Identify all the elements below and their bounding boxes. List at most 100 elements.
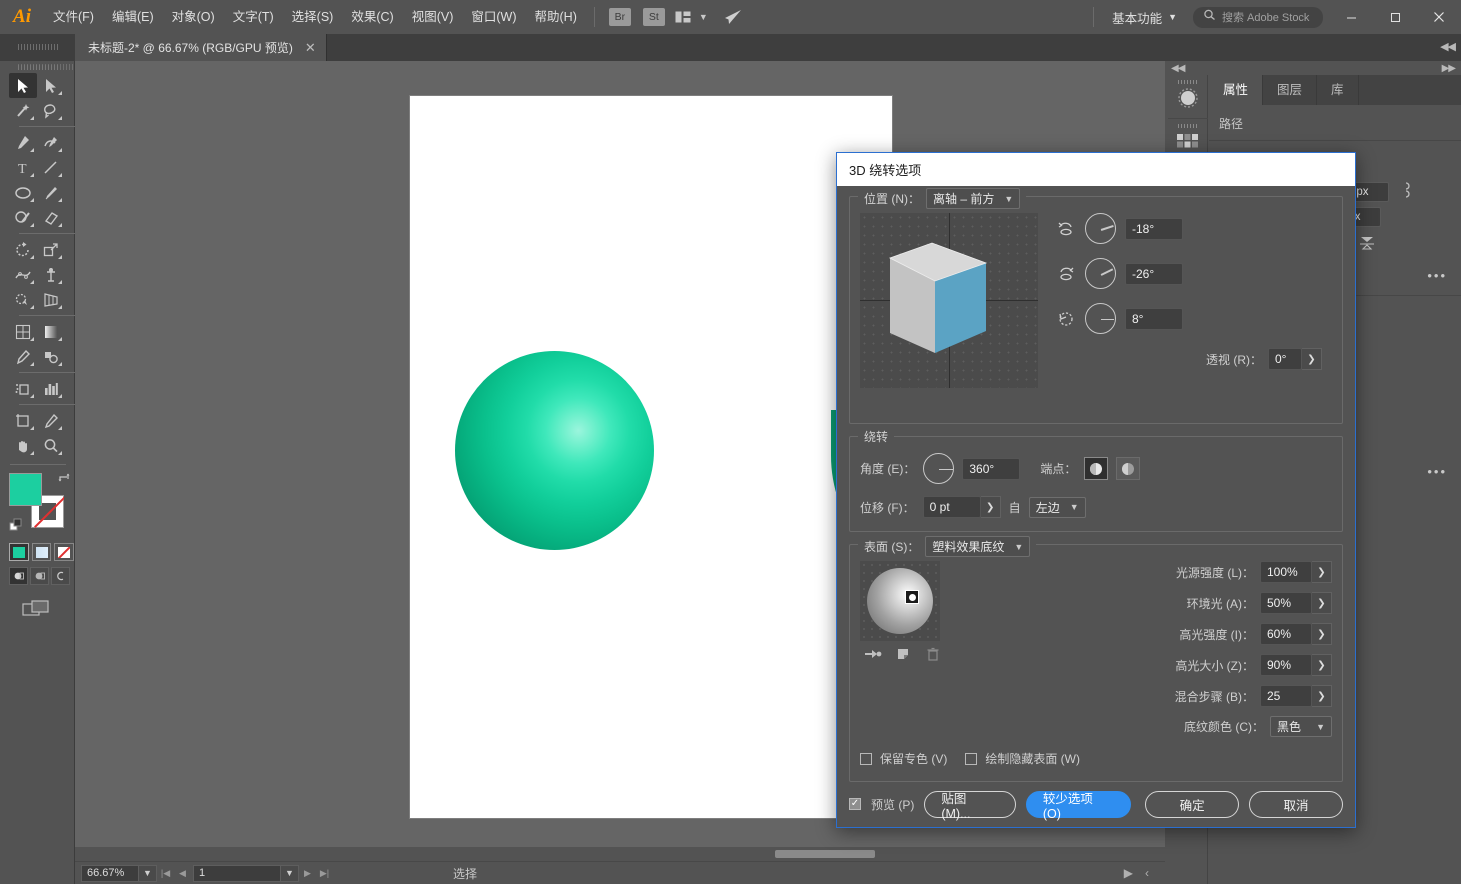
light-intensity-input[interactable]: 100%	[1260, 561, 1312, 583]
revolve-options-dialog[interactable]: 3D 绕转选项 位置 (N)： 离轴 – 前方 ▼ -18° -26° 8° 透…	[836, 152, 1356, 828]
symbol-sprayer-tool[interactable]	[9, 376, 37, 401]
highlight-intensity-input[interactable]: 60%	[1260, 623, 1312, 645]
artboard-tool[interactable]	[9, 408, 37, 433]
zoom-tool[interactable]	[37, 433, 65, 458]
revolve-angle-dial[interactable]	[923, 453, 955, 484]
artboard[interactable]	[410, 96, 1036, 818]
menu-select[interactable]: 选择(S)	[283, 0, 343, 34]
perspective-stepper[interactable]: ❯	[1302, 348, 1322, 370]
menu-window[interactable]: 窗口(W)	[462, 0, 525, 34]
blend-steps-input[interactable]: 25	[1260, 685, 1312, 707]
cancel-button[interactable]: 取消	[1249, 790, 1343, 818]
workspace-switcher[interactable]: 基本功能 ▼	[1102, 0, 1187, 34]
flip-vertical-icon[interactable]	[1357, 235, 1377, 254]
menu-edit[interactable]: 编辑(E)	[103, 0, 163, 34]
expand-panels-icon[interactable]: ◀◀	[1440, 40, 1456, 53]
close-button[interactable]	[1417, 0, 1461, 34]
ok-button[interactable]: 确定	[1145, 790, 1240, 818]
ambient-light-stepper[interactable]: ❯	[1312, 592, 1332, 614]
draw-behind-button[interactable]	[30, 567, 49, 585]
fewer-options-button[interactable]: 较少选项 (O)	[1025, 790, 1132, 821]
rotate-y-input[interactable]: -26°	[1125, 262, 1183, 285]
perspective-input[interactable]: 0°	[1268, 348, 1302, 370]
rotate-tool[interactable]	[9, 237, 37, 262]
offset-input[interactable]: 0 pt	[922, 496, 981, 518]
zoom-level-field[interactable]: 66.67%	[81, 864, 139, 882]
status-prev-icon[interactable]: ‹	[1145, 866, 1149, 880]
lasso-tool[interactable]	[37, 98, 65, 123]
preserve-spot-colors-checkbox[interactable]	[860, 752, 872, 765]
shading-color-dropdown[interactable]: 黑色 ▼	[1270, 716, 1332, 737]
cap-off-button[interactable]	[1116, 457, 1141, 480]
paper-plane-icon[interactable]	[724, 9, 742, 25]
highlight-size-input[interactable]: 90%	[1260, 654, 1312, 676]
perspective-grid-tool[interactable]	[37, 287, 65, 312]
swap-fill-stroke-icon[interactable]	[57, 471, 71, 488]
zoom-dropdown-icon[interactable]: ▼	[139, 864, 157, 882]
horizontal-scroll-thumb[interactable]	[775, 850, 875, 858]
draw-normal-button[interactable]	[9, 567, 28, 585]
rotate-y-dial[interactable]	[1085, 258, 1116, 289]
width-tool[interactable]	[9, 262, 37, 287]
tab-libraries[interactable]: 库	[1317, 75, 1359, 105]
revolve-angle-input[interactable]: 360°	[962, 457, 1021, 480]
hand-tool[interactable]	[9, 433, 37, 458]
bridge-button[interactable]: Br	[608, 8, 631, 26]
blend-tool[interactable]	[37, 344, 65, 369]
paintbrush-tool[interactable]	[37, 180, 65, 205]
mesh-tool[interactable]	[9, 319, 37, 344]
artboard-number-field[interactable]: 1	[193, 864, 281, 882]
menu-view[interactable]: 视图(V)	[403, 0, 463, 34]
document-tab[interactable]: 未标题-2* @ 66.67% (RGB/GPU 预览) ✕	[75, 34, 327, 61]
light-preview-pane[interactable]	[860, 561, 940, 641]
position-preset-dropdown[interactable]: 离轴 – 前方 ▼	[926, 188, 1021, 209]
line-segment-tool[interactable]	[37, 155, 65, 180]
fill-swatch[interactable]	[9, 473, 42, 506]
status-play-icon[interactable]: ▶	[1124, 866, 1133, 880]
chevron-down-icon[interactable]: ▼	[699, 12, 708, 22]
panel-collapse-bar[interactable]: ◀◀ ▶▶	[1165, 61, 1461, 75]
eyedropper-tool[interactable]	[9, 344, 37, 369]
first-artboard-button[interactable]: |◀	[157, 864, 174, 883]
default-fill-stroke-icon[interactable]	[9, 518, 25, 537]
gradient-mode-button[interactable]	[31, 543, 52, 561]
rotate-x-input[interactable]: -18°	[1125, 217, 1183, 240]
light-intensity-stepper[interactable]: ❯	[1312, 561, 1332, 583]
offset-from-dropdown[interactable]: 左边 ▼	[1028, 496, 1086, 518]
preview-checkbox[interactable]: ✓	[849, 798, 861, 810]
canvas-horizontal-scrollbar[interactable]	[75, 847, 1165, 861]
scale-tool[interactable]	[37, 237, 65, 262]
artwork-sphere[interactable]	[455, 351, 654, 550]
menu-help[interactable]: 帮助(H)	[526, 0, 586, 34]
direct-selection-tool[interactable]	[37, 73, 65, 98]
next-artboard-button[interactable]: ▶	[299, 864, 316, 883]
cap-on-button[interactable]	[1084, 457, 1109, 480]
magic-wand-tool[interactable]	[9, 98, 37, 123]
pen-tool[interactable]	[9, 130, 37, 155]
tools-panel-grip[interactable]	[0, 61, 74, 73]
type-tool[interactable]: T	[9, 155, 37, 180]
artboard-dropdown-icon[interactable]: ▼	[281, 864, 299, 882]
gradient-tool[interactable]	[37, 319, 65, 344]
menu-file[interactable]: 文件(F)	[44, 0, 103, 34]
menu-type[interactable]: 文字(T)	[224, 0, 283, 34]
draw-hidden-faces-checkbox[interactable]	[965, 752, 978, 765]
highlight-intensity-stepper[interactable]: ❯	[1312, 623, 1332, 645]
screen-mode-button[interactable]	[22, 599, 74, 620]
delete-light-icon[interactable]	[926, 647, 940, 665]
collapse-right-icon[interactable]: ▶▶	[1442, 63, 1456, 74]
color-mode-button[interactable]	[9, 543, 29, 561]
move-light-back-icon[interactable]	[864, 647, 882, 665]
previous-artboard-button[interactable]: ◀	[174, 864, 191, 883]
rotate-z-dial[interactable]	[1085, 303, 1116, 334]
stock-search-input[interactable]: 搜索 Adobe Stock	[1193, 6, 1323, 28]
surface-type-dropdown[interactable]: 塑料效果底纹 ▼	[925, 536, 1031, 557]
tab-properties[interactable]: 属性	[1209, 75, 1264, 105]
color-panel-icon[interactable]	[1168, 75, 1208, 119]
shaper-tool[interactable]	[9, 205, 37, 230]
column-graph-tool[interactable]	[37, 376, 65, 401]
last-artboard-button[interactable]: ▶|	[316, 864, 333, 883]
selection-tool[interactable]	[9, 73, 37, 98]
close-icon[interactable]: ✕	[305, 40, 316, 56]
cube-preview[interactable]	[860, 213, 1038, 388]
